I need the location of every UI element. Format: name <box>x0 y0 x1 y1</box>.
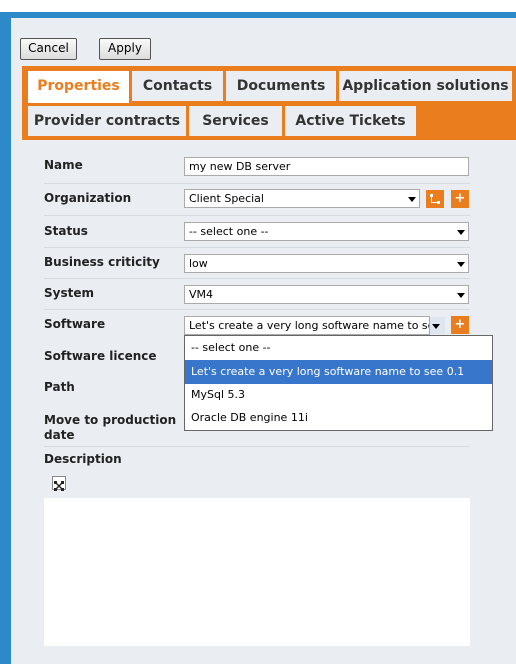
chevron-down-icon <box>457 230 465 235</box>
row-divider <box>44 446 470 447</box>
business-criticity-label: Business criticity <box>44 255 160 269</box>
chevron-down-icon <box>432 324 440 329</box>
path-label: Path <box>44 380 75 394</box>
row-divider <box>44 278 470 279</box>
chevron-down-icon <box>457 262 465 267</box>
hierarchy-icon[interactable] <box>426 190 444 208</box>
software-label: Software <box>44 317 106 331</box>
tab-active-tickets[interactable]: Active Tickets <box>285 106 416 136</box>
dropdown-option[interactable]: MySql 5.3 <box>185 383 492 407</box>
dropdown-option[interactable]: -- select one -- <box>185 336 492 360</box>
row-divider <box>44 247 470 248</box>
editor-toolbar <box>44 470 470 498</box>
tab-properties[interactable]: Properties <box>28 71 129 103</box>
business-criticity-select[interactable]: low <box>184 254 469 273</box>
tab-provider-contracts[interactable]: Provider contracts <box>28 106 186 136</box>
system-label: System <box>44 286 94 300</box>
dropdown-option-selected[interactable]: Let's create a very long software name t… <box>185 360 492 384</box>
row-divider <box>44 215 470 216</box>
tab-services[interactable]: Services <box>189 106 282 136</box>
tab-application-solutions[interactable]: Application solutions <box>339 71 512 101</box>
apply-button[interactable]: Apply <box>99 38 151 60</box>
tab-contacts[interactable]: Contacts <box>132 71 223 101</box>
description-label: Description <box>44 452 122 466</box>
name-label: Name <box>44 158 83 172</box>
tab-documents[interactable]: Documents <box>226 71 336 101</box>
dropdown-option[interactable]: Oracle DB engine 11i <box>185 406 492 430</box>
software-select[interactable]: Let's create a very long software name t… <box>184 316 430 335</box>
status-label: Status <box>44 224 88 238</box>
chevron-down-icon <box>408 197 416 202</box>
status-select[interactable]: -- select one -- <box>184 222 469 241</box>
cancel-button[interactable]: Cancel <box>20 38 77 60</box>
software-dropdown-list: -- select one -- Let's create a very lon… <box>184 335 493 431</box>
name-field[interactable]: my new DB server <box>184 157 469 176</box>
maximize-icon[interactable] <box>52 476 66 491</box>
software-licence-label: Software licence <box>44 349 157 363</box>
organization-select[interactable]: Client Special <box>184 189 420 208</box>
add-organization-button[interactable]: + <box>451 190 469 208</box>
row-divider <box>44 309 470 310</box>
organization-label: Organization <box>44 191 132 205</box>
description-editor[interactable] <box>44 498 470 646</box>
add-software-button[interactable]: + <box>451 316 469 334</box>
top-strip <box>0 0 516 12</box>
row-divider <box>44 183 470 184</box>
window-frame-left <box>0 12 11 664</box>
system-select[interactable]: VM4 <box>184 285 469 304</box>
chevron-down-icon <box>457 293 465 298</box>
move-to-production-label: Move to production date <box>44 413 177 442</box>
